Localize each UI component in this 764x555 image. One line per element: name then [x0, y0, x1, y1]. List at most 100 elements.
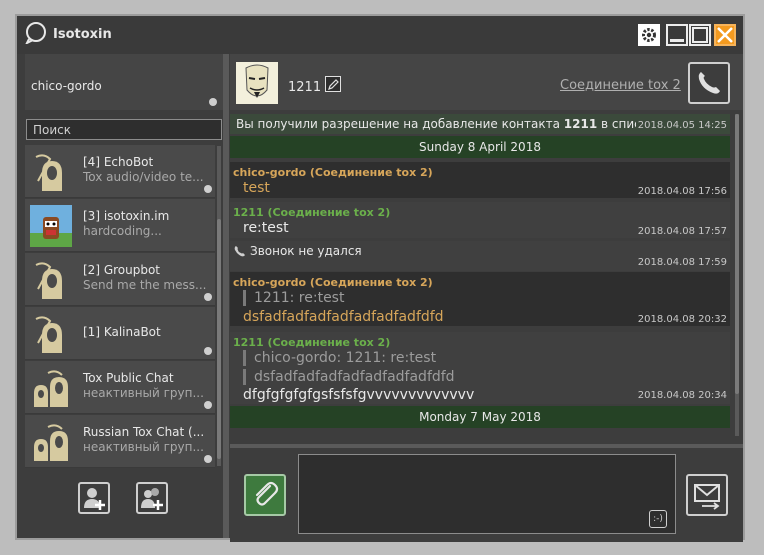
settings-button[interactable] — [638, 24, 660, 46]
send-button[interactable] — [686, 474, 728, 516]
app-logo-icon — [25, 22, 46, 44]
message-sender: chico-gordo (Соединение tox 2) — [233, 166, 433, 179]
add-contact-icon — [84, 488, 105, 510]
panel-splitter[interactable] — [223, 54, 229, 538]
contact-status: Send me the mess... — [83, 278, 207, 292]
search-input[interactable] — [26, 119, 222, 140]
chat-contact-name: 1211 — [288, 80, 322, 95]
message-sender: 1211 (Соединение tox 2) — [233, 206, 391, 219]
message-item[interactable]: 1211 (Соединение tox 2) re:test 2018.04.… — [230, 202, 730, 238]
pencil-icon — [328, 79, 339, 90]
contact-isotoxin-im[interactable]: [3] isotoxin.im hardcoding... — [25, 199, 215, 252]
contact-name: [2] Groupbot — [83, 263, 161, 277]
contact-groupbot[interactable]: [2] Groupbot Send me the mess... — [25, 253, 215, 306]
group-avatar-icon — [30, 367, 72, 409]
contact-name: Tox Public Chat — [83, 371, 174, 385]
date-separator: Sunday 8 April 2018 — [230, 136, 730, 158]
call-button[interactable] — [688, 62, 730, 104]
presence-dot — [204, 293, 212, 301]
message-log: Вы получили разрешение на добавление кон… — [230, 114, 737, 436]
own-status-dot[interactable] — [209, 98, 217, 106]
presence-dot — [204, 401, 212, 409]
message-time: 2018.04.08 17:57 — [637, 226, 727, 237]
message-item[interactable]: 1211 (Соединение tox 2) chico-gordo: 121… — [230, 332, 730, 404]
compose-area: :-) — [230, 444, 743, 542]
main-window: Isotoxin chico-gordo Поиск [4] EchoBot T… — [15, 14, 745, 542]
left-panel: chico-gordo [4] EchoBot Tox audio/video … — [25, 54, 223, 534]
contact-status: hardcoding... — [83, 224, 162, 238]
contact-status: неактивный груп... — [83, 440, 204, 454]
maximize-button[interactable] — [689, 24, 711, 46]
group-avatar-icon — [30, 421, 72, 463]
close-icon — [717, 27, 733, 43]
presence-dot — [204, 185, 212, 193]
edit-name-button[interactable] — [325, 76, 341, 92]
call-event: Звонок не удался 2018.04.08 17:59 — [230, 241, 730, 271]
message-time: 2018.04.08 17:56 — [637, 186, 727, 197]
contact-russian-tox-chat[interactable]: Russian Tox Chat (... неактивный груп... — [25, 415, 215, 468]
message-sender: chico-gordo (Соединение tox 2) — [233, 276, 433, 289]
message-item[interactable]: chico-gordo (Соединение tox 2) 1211: re:… — [230, 272, 730, 326]
message-item[interactable]: chico-gordo (Соединение tox 2) test 2018… — [230, 162, 730, 198]
system-notice: Вы получили разрешение на добавление кон… — [230, 114, 730, 134]
envelope-send-icon — [694, 484, 720, 510]
contact-name: Russian Tox Chat (... — [83, 425, 205, 439]
chat-panel: 1211 Соединение tox 2 Вы получили разреш… — [230, 54, 743, 542]
title-bar[interactable]: Isotoxin — [17, 16, 743, 54]
app-title: Isotoxin — [53, 27, 112, 42]
close-button[interactable] — [714, 24, 736, 46]
call-event-text: Звонок не удался — [250, 244, 362, 258]
message-sender: 1211 (Соединение tox 2) — [233, 336, 391, 349]
message-text: re:test — [243, 220, 289, 236]
system-notice-text: Вы получили разрешение на добавление кон… — [236, 117, 564, 131]
message-quote: chico-gordo: 1211: re:test — [243, 350, 436, 366]
system-notice-contact: 1211 — [563, 117, 598, 131]
mask-avatar-icon — [236, 62, 278, 104]
contact-echobot[interactable]: [4] EchoBot Tox audio/video te... — [25, 145, 215, 198]
own-profile[interactable]: chico-gordo — [25, 54, 223, 110]
contact-list: [4] EchoBot Tox audio/video te... [3] is… — [25, 145, 223, 469]
chat-header: 1211 Соединение tox 2 — [230, 54, 743, 110]
reaper-avatar-icon — [30, 151, 72, 193]
contact-status: неактивный груп... — [83, 386, 204, 400]
call-event-time: 2018.04.08 17:59 — [637, 257, 727, 268]
minimize-button[interactable] — [666, 24, 688, 46]
contact-tox-public-chat[interactable]: Tox Public Chat неактивный груп... — [25, 361, 215, 414]
contact-name: [1] KalinaBot — [83, 325, 161, 339]
connection-link[interactable]: Соединение tox 2 — [560, 78, 681, 93]
message-log-scroll-thumb[interactable] — [735, 114, 739, 394]
add-group-button[interactable] — [136, 482, 168, 514]
attach-file-button[interactable] — [244, 474, 286, 516]
message-text: dfgfgfgfgfgsfsfsfgvvvvvvvvvvvvv — [243, 387, 475, 403]
maximize-icon — [692, 27, 708, 43]
paperclip-icon — [255, 481, 279, 506]
message-input[interactable]: :-) — [298, 454, 676, 534]
reaper-avatar-icon — [30, 313, 72, 355]
phone-icon — [234, 246, 245, 257]
smiley-button[interactable]: :-) — [649, 510, 667, 528]
contact-list-scroll-thumb[interactable] — [217, 219, 221, 459]
presence-dot — [204, 347, 212, 355]
gear-icon — [642, 28, 656, 42]
message-text: test — [243, 180, 270, 196]
message-quote: dsfadfadfadfadfadfadfadfdfd — [243, 369, 455, 385]
phone-icon — [698, 72, 720, 94]
smiley-icon: :-) — [653, 514, 663, 524]
date-separator: Monday 7 May 2018 — [230, 406, 730, 428]
system-notice-time: 2018.04.05 14:25 — [635, 120, 727, 131]
robot-avatar-icon — [30, 205, 72, 247]
message-quote: 1211: re:test — [243, 290, 344, 306]
message-time: 2018.04.08 20:32 — [637, 314, 727, 325]
add-contact-button[interactable] — [78, 482, 110, 514]
contact-kalinabot[interactable]: [1] KalinaBot — [25, 307, 215, 360]
minimize-icon — [670, 39, 684, 42]
reaper-avatar-icon — [30, 259, 72, 301]
contact-status: Tox audio/video te... — [83, 170, 204, 184]
message-time: 2018.04.08 20:34 — [637, 390, 727, 401]
add-group-icon — [141, 488, 163, 510]
presence-dot — [204, 455, 212, 463]
contact-name: [3] isotoxin.im — [83, 209, 170, 223]
own-profile-name: chico-gordo — [31, 79, 102, 93]
message-text: dsfadfadfadfadfadfadfadfdfd — [243, 309, 444, 325]
contact-name: [4] EchoBot — [83, 155, 154, 169]
